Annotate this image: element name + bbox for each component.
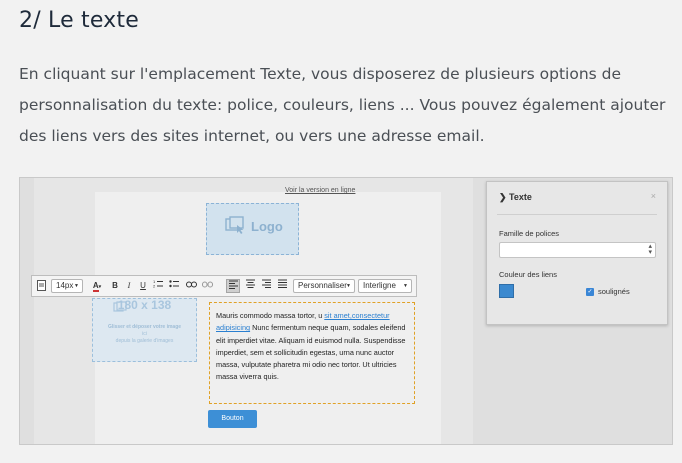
- close-icon[interactable]: ×: [651, 191, 656, 201]
- ordered-list-button[interactable]: 12: [152, 279, 164, 293]
- image-drop-hint: Glisser et déposer votre image: [107, 324, 182, 330]
- image-icon: [225, 216, 244, 234]
- image-drop-hint-2: ici: [142, 331, 147, 337]
- page-heading: 2/ Le texte: [19, 8, 139, 33]
- align-justify-button[interactable]: [275, 279, 289, 293]
- link-icon: [185, 281, 197, 288]
- text-color-button[interactable]: A▾: [90, 279, 104, 293]
- source-code-button[interactable]: [35, 279, 47, 293]
- align-justify-icon: [277, 279, 287, 288]
- panel-divider: [497, 214, 657, 215]
- customize-dropdown[interactable]: Personnaliser ▼: [293, 279, 355, 293]
- editor-screenshot: Voir la version en ligne Logo 180 x 138 …: [19, 177, 673, 445]
- align-right-button[interactable]: [259, 279, 273, 293]
- chevron-right-icon: ❯: [499, 192, 510, 202]
- ordered-list-icon: 12: [153, 279, 163, 289]
- text-settings-panel: ❯ Texte × Famille de polices ▴ ▾ Couleur …: [486, 181, 668, 325]
- svg-text:2: 2: [153, 284, 156, 289]
- font-size-value: 14px: [56, 281, 74, 290]
- customize-label: Personnaliser: [298, 281, 347, 290]
- intro-paragraph: En cliquant sur l'emplacement Texte, vou…: [19, 65, 666, 145]
- underlined-checkbox[interactable]: ✓: [586, 288, 594, 296]
- logo-placeholder[interactable]: Logo: [206, 203, 299, 255]
- underline-button[interactable]: U: [138, 279, 148, 293]
- line-height-label: Interligne: [363, 281, 396, 290]
- font-size-select[interactable]: 14px ▼: [51, 279, 83, 293]
- bold-button[interactable]: B: [110, 279, 120, 293]
- cta-button[interactable]: Bouton: [208, 410, 257, 428]
- font-family-select[interactable]: ▴ ▾: [499, 242, 656, 258]
- text-block[interactable]: Mauris commodo massa tortor, u sit amet,…: [209, 302, 415, 404]
- align-left-icon: [228, 280, 238, 289]
- link-button[interactable]: [184, 279, 198, 293]
- link-color-swatch[interactable]: [499, 284, 514, 298]
- bullet-list-icon: [169, 280, 179, 288]
- line-height-dropdown[interactable]: Interligne ▼: [358, 279, 412, 293]
- image-gallery-hint: depuis la galerie d'images: [115, 338, 174, 344]
- panel-title-row: ❯ Texte: [499, 192, 532, 203]
- unlink-button[interactable]: [200, 279, 214, 293]
- italic-button[interactable]: I: [124, 279, 134, 293]
- link-color-label: Couleur des liens: [499, 270, 557, 279]
- bullet-list-button[interactable]: [168, 279, 180, 293]
- font-family-label: Famille de polices: [499, 229, 560, 238]
- panel-title: Texte: [509, 192, 532, 202]
- align-center-icon: [245, 279, 255, 288]
- document-icon: [36, 280, 46, 291]
- underlined-label: soulignés: [598, 287, 630, 296]
- select-arrows-icon: ▴ ▾: [648, 243, 652, 256]
- logo-label: Logo: [251, 219, 283, 234]
- text-toolbar: 14px ▼ A▾ B I U 12 Personnaliser ▼ Inter…: [31, 275, 417, 297]
- image-placeholder[interactable]: 180 x 138 Glisser et déposer votre image…: [92, 298, 197, 362]
- text-before-link: Mauris commodo massa tortor, u: [216, 311, 325, 320]
- online-version-link[interactable]: Voir la version en ligne: [285, 187, 355, 194]
- unlink-icon: [201, 281, 213, 288]
- align-left-button[interactable]: [226, 279, 240, 293]
- image-dimensions: 180 x 138: [117, 298, 172, 312]
- align-center-button[interactable]: [243, 279, 257, 293]
- align-right-icon: [261, 279, 271, 288]
